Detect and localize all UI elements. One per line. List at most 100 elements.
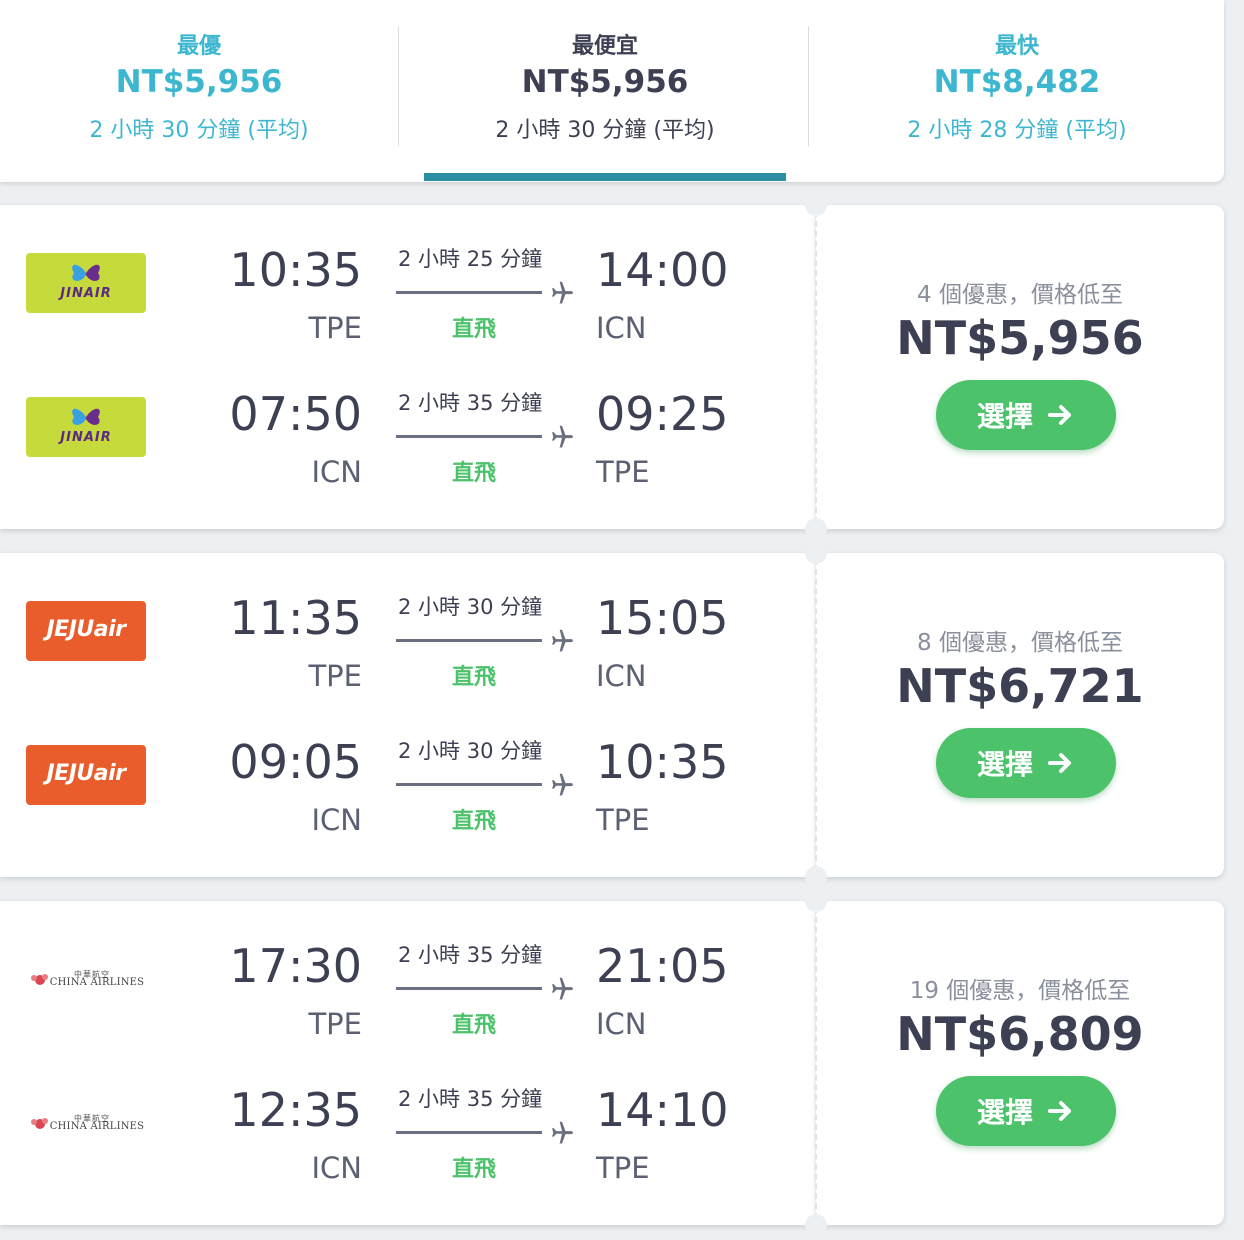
plane-icon [552, 425, 573, 448]
plane-icon [552, 281, 573, 304]
arrival-time: 14:00 [596, 243, 729, 297]
price-panel [816, 553, 1224, 877]
flight-duration: 2 小時 35 分鐘 [398, 391, 543, 415]
airline-logo: JINAIR [26, 253, 146, 313]
flight-duration: 2 小時 25 分鐘 [398, 247, 543, 271]
tab-duration: 2 小時 28 分鐘 (平均) [907, 118, 1127, 143]
route-line [396, 987, 542, 990]
lowest-price: NT$6,809 [896, 1007, 1144, 1061]
butterfly-icon [72, 264, 100, 281]
departure-time: 12:35 [229, 1083, 362, 1137]
arrival-airport: TPE [596, 1151, 650, 1185]
departure-time: 17:30 [229, 939, 362, 993]
tab-duration: 2 小時 30 分鐘 (平均) [89, 118, 309, 143]
airline-logo: JEJUair [26, 601, 146, 661]
tab-divider [808, 26, 809, 146]
lowest-price: NT$5,956 [896, 311, 1144, 365]
route-line [396, 435, 542, 438]
result-card[interactable]: JINAIR 10:35 TPE 2 小時 25 分鐘 直飛 14:00 ICN… [0, 194, 1224, 540]
arrow-right-icon [1048, 1101, 1071, 1121]
route-line [396, 639, 542, 642]
arrival-time: 14:10 [596, 1083, 729, 1137]
arrival-airport: ICN [596, 311, 647, 345]
flight-duration: 2 小時 35 分鐘 [398, 943, 543, 967]
price-panel [816, 901, 1224, 1225]
departure-airport: TPE [308, 659, 362, 693]
plum-blossom-icon [31, 1118, 48, 1129]
tab-fastest[interactable]: 最快 NT$8,482 2 小時 28 分鐘 (平均) [812, 0, 1222, 182]
outbound-leg: 中華航空 CHINA AIRLINES 17:30 TPE 2 小時 35 分鐘… [0, 901, 816, 1045]
price-panel [816, 205, 1224, 529]
select-button[interactable]: 選擇 [936, 1076, 1116, 1146]
departure-time: 10:35 [229, 243, 362, 297]
arrow-right-icon [1048, 753, 1071, 773]
airline-logo: 中華航空 CHINA AIRLINES [26, 1093, 146, 1153]
ticket-notch [805, 518, 827, 540]
outbound-leg: JEJUair 11:35 TPE 2 小時 30 分鐘 直飛 15:05 IC… [0, 553, 816, 697]
tab-label: 最便宜 [571, 34, 638, 59]
route-line [396, 783, 542, 786]
select-button-label: 選擇 [976, 400, 1033, 433]
arrival-airport: TPE [596, 803, 650, 837]
nonstop-label: 直飛 [452, 809, 497, 834]
sort-tab-bar: 最優 NT$5,956 2 小時 30 分鐘 (平均) 最便宜 NT$5,956… [0, 0, 1224, 182]
departure-airport: ICN [311, 803, 363, 837]
arrival-time: 10:35 [596, 735, 729, 789]
plane-icon [552, 1121, 573, 1144]
offers-count: 4 個優惠，價格低至 [917, 282, 1123, 308]
flight-duration: 2 小時 35 分鐘 [398, 1087, 543, 1111]
select-button[interactable]: 選擇 [936, 380, 1116, 450]
ticket-notch [805, 866, 827, 888]
flight-duration: 2 小時 30 分鐘 [398, 739, 543, 763]
plane-icon [552, 629, 573, 652]
arrival-airport: TPE [596, 455, 650, 489]
offers-count: 19 個優惠，價格低至 [909, 978, 1131, 1004]
departure-time: 07:50 [229, 387, 362, 441]
tab-best[interactable]: 最優 NT$5,956 2 小時 30 分鐘 (平均) [0, 0, 398, 182]
tab-divider [398, 26, 399, 146]
airline-logo-text: JEJUair [46, 761, 127, 786]
return-leg: 中華航空 CHINA AIRLINES 12:35 ICN 2 小時 35 分鐘… [0, 1045, 816, 1189]
nonstop-label: 直飛 [452, 1013, 497, 1038]
arrow-right-icon [1048, 405, 1071, 425]
airline-logo-text: JINAIR [60, 430, 112, 445]
nonstop-label: 直飛 [452, 1157, 497, 1182]
select-button[interactable]: 選擇 [936, 728, 1116, 798]
tab-cheapest[interactable]: 最便宜 NT$5,956 2 小時 30 分鐘 (平均) [404, 0, 806, 182]
select-button-label: 選擇 [976, 748, 1033, 781]
departure-airport: TPE [308, 1007, 362, 1041]
airline-logo: JEJUair [26, 745, 146, 805]
tab-duration: 2 小時 30 分鐘 (平均) [495, 118, 715, 143]
ticket-notch [805, 1214, 827, 1236]
airline-logo: JINAIR [26, 397, 146, 457]
arrival-time: 15:05 [596, 591, 729, 645]
airline-logo-text: JINAIR [60, 286, 112, 301]
return-leg: JEJUair 09:05 ICN 2 小時 30 分鐘 直飛 10:35 TP… [0, 697, 816, 841]
departure-time: 09:05 [229, 735, 362, 789]
tab-price: NT$5,956 [521, 64, 689, 100]
plane-icon [552, 773, 573, 796]
return-leg: JINAIR 07:50 ICN 2 小時 35 分鐘 直飛 09:25 TPE [0, 349, 816, 493]
nonstop-label: 直飛 [452, 317, 497, 342]
airline-logo: 中華航空 CHINA AIRLINES [26, 949, 146, 1009]
result-card[interactable]: 中華航空 CHINA AIRLINES 17:30 TPE 2 小時 35 分鐘… [0, 890, 1224, 1236]
departure-airport: TPE [308, 311, 362, 345]
airline-logo-text: CHINA AIRLINES [49, 1121, 145, 1132]
departure-airport: ICN [311, 1151, 363, 1185]
plum-blossom-icon [31, 974, 48, 985]
arrival-airport: ICN [596, 1007, 647, 1041]
arrival-time: 09:25 [596, 387, 729, 441]
arrival-airport: ICN [596, 659, 647, 693]
airline-logo-text: CHINA AIRLINES [49, 977, 145, 988]
plane-icon [552, 977, 573, 1000]
route-line [396, 291, 542, 294]
tab-label: 最優 [176, 34, 221, 59]
active-tab-indicator [424, 173, 786, 181]
flight-duration: 2 小時 30 分鐘 [398, 595, 543, 619]
butterfly-icon [72, 408, 100, 425]
outbound-leg: JINAIR 10:35 TPE 2 小時 25 分鐘 直飛 14:00 ICN [0, 205, 816, 349]
tab-price: NT$8,482 [933, 64, 1101, 100]
result-card[interactable]: JEJUair 11:35 TPE 2 小時 30 分鐘 直飛 15:05 IC… [0, 542, 1224, 888]
select-button-label: 選擇 [976, 1096, 1033, 1129]
tab-price: NT$5,956 [115, 64, 283, 100]
